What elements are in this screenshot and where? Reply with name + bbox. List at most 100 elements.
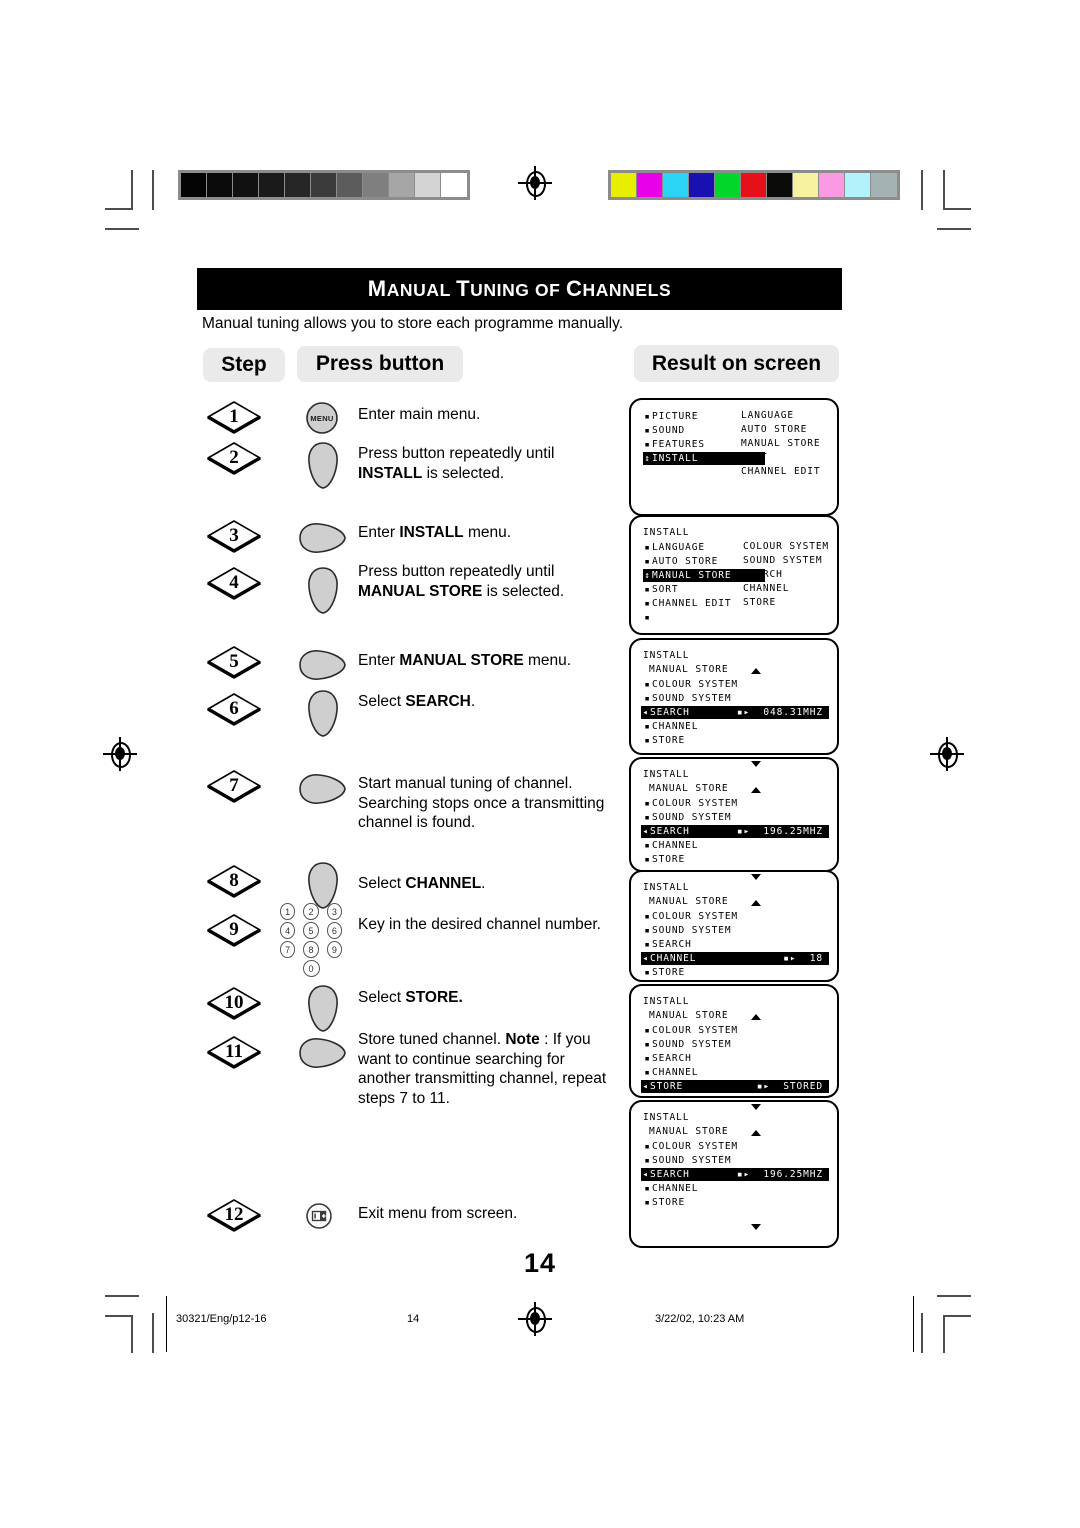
cursor-right-button-icon[interactable] xyxy=(298,648,348,682)
osd-menu-item[interactable]: ◂STORE ▪▸ STORED xyxy=(641,1080,829,1093)
osd-menu-item[interactable]: ▪SOUND SYSTEM xyxy=(643,692,731,705)
osd-menu-item[interactable]: ▪COLOUR SYSTEM xyxy=(643,678,738,691)
page-title-segment: T xyxy=(456,276,471,301)
cursor-down-button-icon[interactable] xyxy=(306,566,340,616)
osd-menu-item[interactable]: ▪SEARCH xyxy=(643,1052,692,1065)
osd-submenu-item[interactable]: STORE xyxy=(743,597,776,608)
step-number-label: 8 xyxy=(229,870,239,891)
osd-item-bullet-icon: ▪ xyxy=(644,1184,651,1194)
osd-menu-item[interactable]: ▪SEARCH xyxy=(643,938,692,951)
osd-item-bullet-icon: ◂ xyxy=(642,827,649,837)
keypad-key-4[interactable]: 4 xyxy=(280,922,296,939)
osd-item-bullet-icon: ▪ xyxy=(644,1026,651,1036)
scroll-down-arrow-icon xyxy=(751,1224,761,1230)
osd-submenu-item[interactable]: SORT xyxy=(741,452,767,463)
osd-item-label: COLOUR SYSTEM xyxy=(652,911,739,922)
osd-item-label: CHANNEL xyxy=(652,721,699,732)
keypad-key-9[interactable]: 9 xyxy=(326,941,342,958)
osd-menu-item[interactable]: ▪SOUND SYSTEM xyxy=(643,1038,731,1051)
osd-item-bullet-icon: ▪ xyxy=(644,1054,651,1064)
grayscale-swatch xyxy=(181,173,207,197)
cursor-right-button-icon[interactable] xyxy=(298,521,348,555)
cursor-right-button-icon[interactable] xyxy=(298,1036,348,1070)
osd-item-label: FEATURES xyxy=(652,439,705,450)
step-number-badge: 1 xyxy=(206,400,262,434)
osd-menu-item[interactable]: ▪SOUND xyxy=(643,424,685,437)
osd-menu-item[interactable]: ◂SEARCH ▪▸ 196.25MHZ xyxy=(641,825,829,838)
osd-menu-item[interactable]: ▪LANGUAGE xyxy=(643,541,705,554)
keypad-key-5[interactable]: 5 xyxy=(303,922,319,939)
osd-menu-item[interactable]: ◂SEARCH ▪▸ 196.25MHZ xyxy=(641,1168,829,1181)
colour-swatch xyxy=(741,173,767,197)
step-number-label: 9 xyxy=(229,919,239,940)
keypad-key-1[interactable]: 1 xyxy=(280,903,296,920)
osd-submenu-item[interactable]: AUTO STORE xyxy=(741,424,807,435)
osd-header: MANUAL STORE xyxy=(649,1010,729,1021)
page-title-segment: M xyxy=(367,276,387,301)
osd-menu-item[interactable]: ▪STORE xyxy=(643,853,685,866)
osd-item-label: COLOUR SYSTEM xyxy=(652,798,739,809)
step-instruction-text: Store tuned channel. Note : If you want … xyxy=(358,1031,607,1107)
osd-submenu-item[interactable]: CHANNEL xyxy=(743,583,789,594)
osd-menu-item[interactable]: ▪COLOUR SYSTEM xyxy=(643,1140,738,1153)
exit-menu-button-icon[interactable] xyxy=(305,1202,333,1230)
osd-item-bullet-icon: ▪ xyxy=(644,722,651,732)
osd-menu-item[interactable]: ▪STORE xyxy=(643,966,685,979)
osd-menu-item[interactable]: ▪SORT xyxy=(643,583,678,596)
cursor-down-button-icon[interactable] xyxy=(306,984,340,1034)
osd-menu-item[interactable]: ▪SOUND SYSTEM xyxy=(643,811,731,824)
osd-submenu-item[interactable]: CHANNEL EDIT xyxy=(741,466,820,477)
osd-submenu-item[interactable]: MANUAL STORE xyxy=(741,438,820,449)
screen-manual-store-stored: INSTALL MANUAL STORE ▪COLOUR SYSTEM ▪SOUND … xyxy=(629,984,839,1098)
osd-item-bullet-icon: ▪ xyxy=(644,1068,651,1078)
osd-item-value: ▪▸ 196.25MHZ xyxy=(736,826,823,837)
keypad-key-3[interactable]: 3 xyxy=(326,903,342,920)
keypad-key-8[interactable]: 8 xyxy=(303,941,319,958)
osd-menu-item[interactable]: ▪STORE xyxy=(643,734,685,747)
osd-menu-item[interactable]: ▪COLOUR SYSTEM xyxy=(643,797,738,810)
osd-item-label: SEARCH xyxy=(652,939,692,950)
osd-menu-item[interactable]: ▪SOUND SYSTEM xyxy=(643,924,731,937)
scroll-up-arrow-icon xyxy=(751,787,761,793)
osd-item-label: SOUND xyxy=(652,425,686,436)
osd-item-bullet-icon: ▪ xyxy=(644,426,651,436)
cursor-down-button-icon[interactable] xyxy=(306,441,340,491)
osd-menu-item[interactable]: ▪CHANNEL xyxy=(643,1182,698,1195)
osd-submenu-item[interactable]: LANGUAGE xyxy=(741,410,794,421)
step-number-badge: 3 xyxy=(206,519,262,553)
osd-menu-item[interactable]: ▪CHANNEL xyxy=(643,839,698,852)
osd-menu-item[interactable]: ▪CHANNEL xyxy=(643,1066,698,1079)
menu-button-icon[interactable]: MENU xyxy=(305,401,339,435)
osd-value-arrow-icon: ▪▸ xyxy=(783,953,797,964)
keypad-key-7[interactable]: 7 xyxy=(280,941,296,958)
osd-menu-item[interactable]: ◂CHANNEL ▪▸ 18 xyxy=(641,952,829,965)
keypad-key-2[interactable]: 2 xyxy=(303,903,319,920)
osd-menu-item[interactable]: ◂SEARCH ▪▸ 048.31MHZ xyxy=(641,706,829,719)
osd-menu-item[interactable]: ▪STORE xyxy=(643,1196,685,1209)
osd-menu-item[interactable]: ▪SOUND SYSTEM xyxy=(643,1154,731,1167)
numeric-keypad-icon[interactable]: 123 456 7890 xyxy=(280,903,342,977)
page-title-segment: HANNELS xyxy=(582,280,672,300)
osd-submenu-item[interactable]: SEARCH xyxy=(743,569,783,580)
osd-submenu-item[interactable]: COLOUR SYSTEM xyxy=(743,541,829,552)
osd-menu-item[interactable]: ▪COLOUR SYSTEM xyxy=(643,910,738,923)
osd-menu-item[interactable]: ▪ xyxy=(643,611,652,624)
osd-menu-item[interactable]: ▪AUTO STORE xyxy=(643,555,718,568)
cursor-right-button-icon[interactable] xyxy=(298,772,348,806)
osd-value-arrow-icon: ▪▸ xyxy=(736,707,751,718)
keypad-key-6[interactable]: 6 xyxy=(326,922,342,939)
osd-menu-item[interactable]: ▪CHANNEL EDIT xyxy=(643,597,731,610)
osd-menu-item[interactable]: ▪CHANNEL xyxy=(643,720,698,733)
osd-submenu-item[interactable]: SOUND SYSTEM xyxy=(743,555,822,566)
grayscale-swatch xyxy=(415,173,441,197)
cursor-down-button-icon[interactable] xyxy=(306,689,340,739)
osd-value-arrow-icon: ▪▸ xyxy=(736,1169,751,1180)
osd-menu-item[interactable]: ▪PICTURE xyxy=(643,410,698,423)
osd-menu-item[interactable]: ▪COLOUR SYSTEM xyxy=(643,1024,738,1037)
osd-item-label: COLOUR SYSTEM xyxy=(652,1025,739,1036)
osd-menu-item[interactable]: ▪FEATURES xyxy=(643,438,705,451)
keypad-key-0[interactable]: 0 xyxy=(302,960,320,977)
osd-item-bullet-icon: ◂ xyxy=(642,708,649,718)
footer-left-text: 30321/Eng/p12-16 xyxy=(176,1313,267,1325)
osd-item-bullet-icon: ▪ xyxy=(644,613,651,623)
